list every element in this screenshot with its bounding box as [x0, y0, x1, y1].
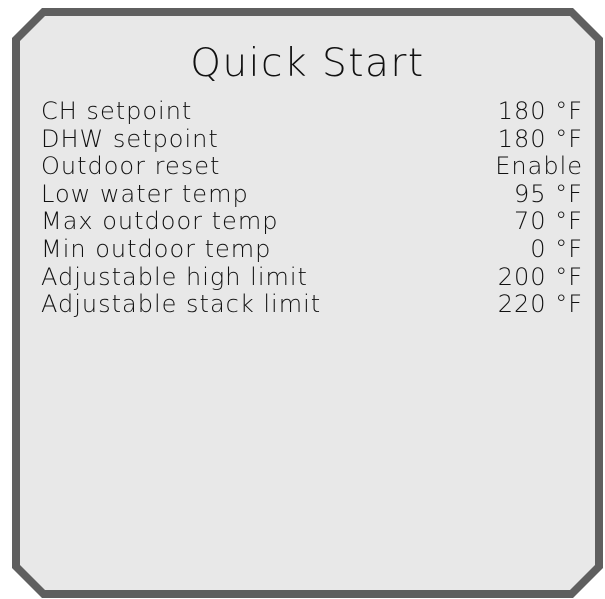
settings-list: CH setpoint 180 °F DHW setpoint 180 °F O… [41, 98, 583, 319]
setting-row-low-water-temp: Low water temp 95 °F [41, 181, 583, 209]
setting-value: 220 °F [497, 290, 583, 319]
setting-row-min-outdoor-temp: Min outdoor temp 0 °F [41, 236, 583, 264]
page-title: Quick Start [190, 41, 425, 86]
setting-value: 0 °F [530, 234, 583, 263]
setting-row-dhw-setpoint: DHW setpoint 180 °F [41, 126, 583, 154]
setting-label: Adjustable high limit [41, 262, 308, 291]
setting-value: 95 °F [514, 179, 583, 208]
setting-label: Low water temp [41, 179, 249, 208]
setting-label: Adjustable stack limit [41, 290, 322, 319]
screen-frame: Quick Start CH setpoint 180 °F DHW setpo… [12, 8, 603, 598]
setting-row-max-outdoor-temp: Max outdoor temp 70 °F [41, 208, 583, 236]
setting-label: DHW setpoint [41, 124, 219, 153]
setting-row-adjustable-high-limit: Adjustable high limit 200 °F [41, 264, 583, 292]
setting-value: Enable [495, 152, 583, 181]
setting-value: 180 °F [497, 124, 583, 153]
setting-row-adjustable-stack-limit: Adjustable stack limit 220 °F [41, 291, 583, 319]
setting-label: Min outdoor temp [41, 234, 272, 263]
setting-label: Max outdoor temp [41, 207, 279, 236]
setting-row-outdoor-reset: Outdoor reset Enable [41, 153, 583, 181]
screen-panel: Quick Start CH setpoint 180 °F DHW setpo… [20, 16, 595, 590]
setting-value: 180 °F [497, 97, 583, 125]
setting-value: 200 °F [497, 262, 583, 291]
setting-row-ch-setpoint: CH setpoint 180 °F [41, 98, 583, 126]
setting-value: 70 °F [514, 207, 583, 236]
setting-label: Outdoor reset [41, 152, 221, 181]
setting-label: CH setpoint [41, 97, 193, 125]
